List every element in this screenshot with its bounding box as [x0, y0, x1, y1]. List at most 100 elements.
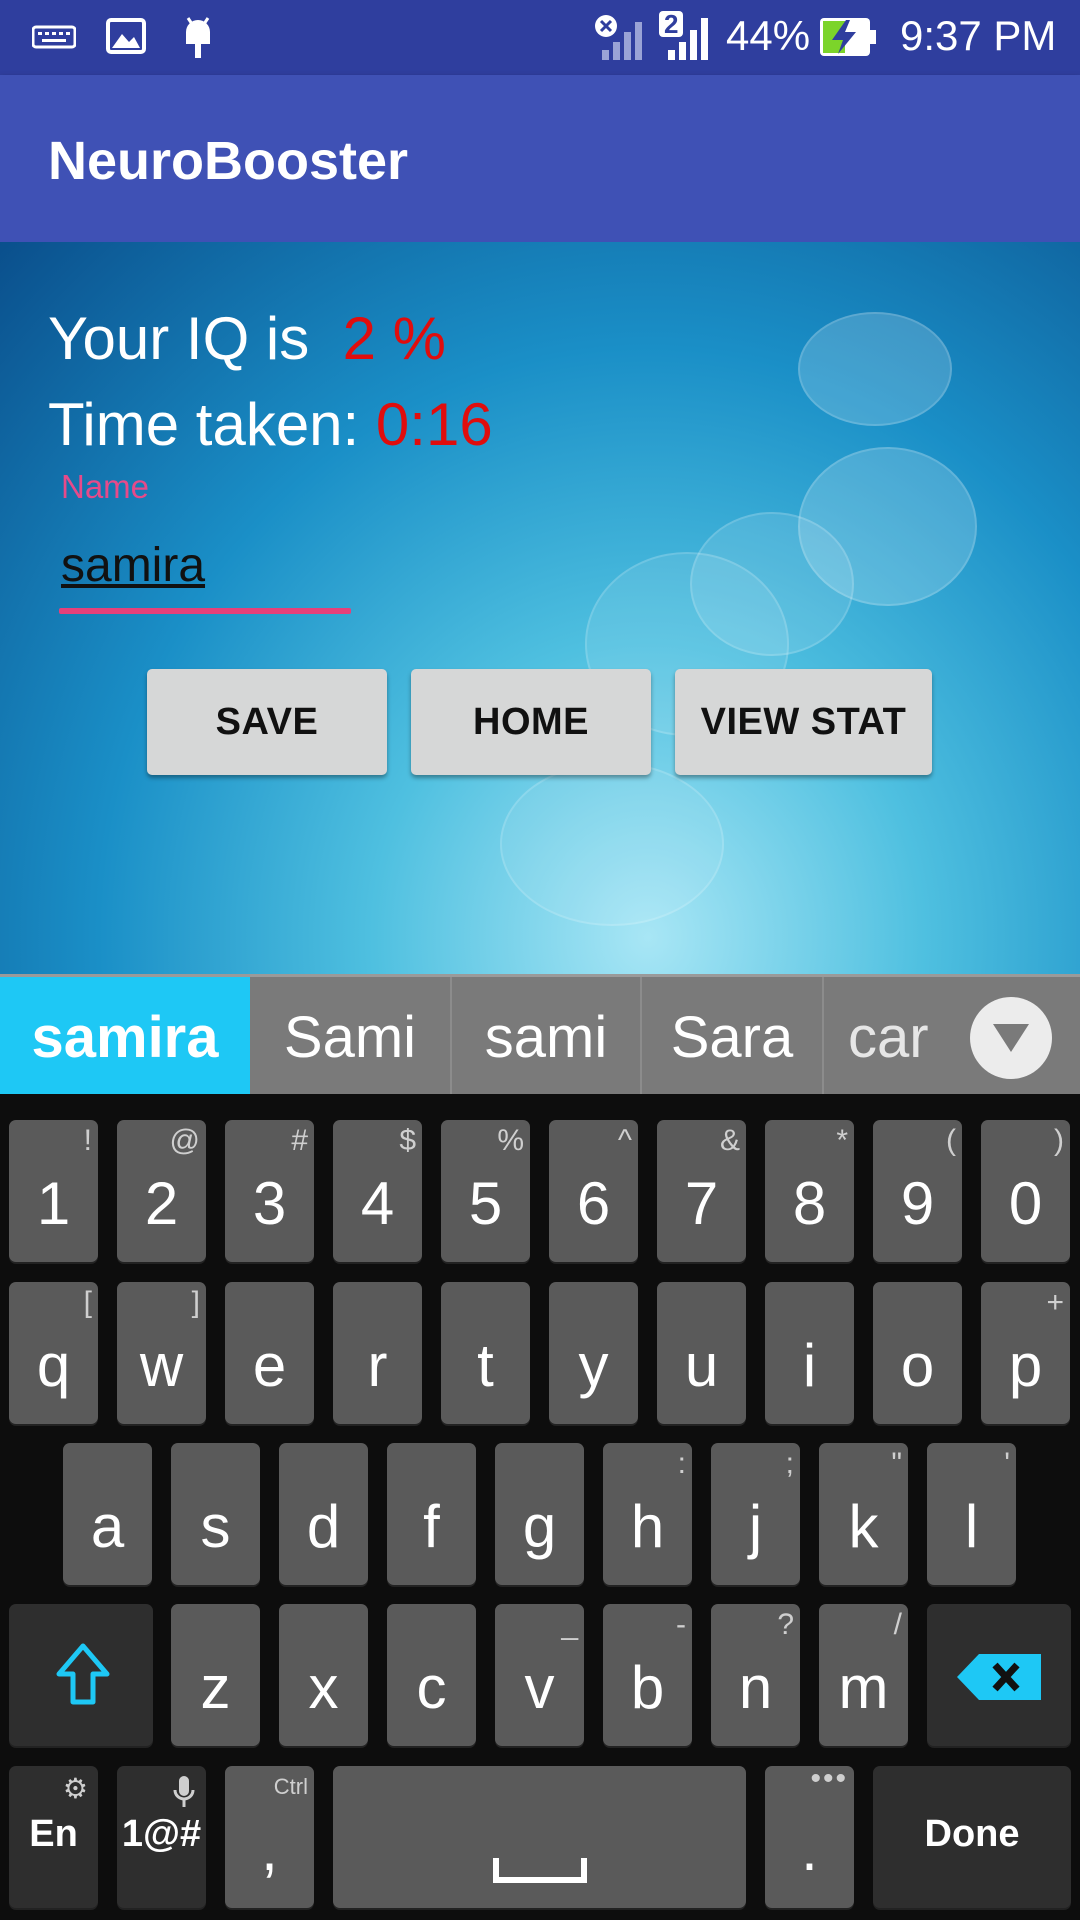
ctrl-hint: Ctrl	[273, 1774, 308, 1799]
key-s[interactable]: s	[171, 1443, 260, 1585]
key-8[interactable]: * 8	[765, 1120, 854, 1262]
key-hint: &	[719, 1124, 740, 1157]
key-label: l	[964, 1493, 979, 1560]
key-label: g	[522, 1493, 557, 1560]
key-7[interactable]: & 7	[657, 1120, 746, 1262]
backspace-key[interactable]	[927, 1604, 1071, 1746]
key-i[interactable]: i	[765, 1282, 854, 1424]
key-3[interactable]: #3	[225, 1120, 314, 1262]
key-g[interactable]: g	[495, 1443, 584, 1585]
key-m[interactable]: / m	[819, 1604, 908, 1746]
suggestion-item[interactable]: car	[824, 977, 970, 1097]
key-label: o	[900, 1332, 935, 1399]
key-label: 4	[360, 1170, 395, 1237]
key-d[interactable]: d	[279, 1443, 368, 1585]
key-label: p	[1008, 1332, 1043, 1399]
key-label: 7	[684, 1170, 719, 1237]
key-label: q	[36, 1332, 71, 1399]
suggestion-item[interactable]: samira	[0, 977, 250, 1097]
key-t[interactable]: t	[441, 1282, 530, 1424]
time-result: Time taken: 0:16	[48, 390, 493, 459]
suggestion-item[interactable]: Sara	[642, 977, 822, 1097]
key-b[interactable]: -b	[603, 1604, 692, 1746]
key-u[interactable]: u	[657, 1282, 746, 1424]
key-hint: @	[169, 1124, 200, 1157]
android-icon	[186, 17, 210, 58]
key-x[interactable]: x	[279, 1604, 368, 1746]
key-0[interactable]: ) 0	[981, 1120, 1070, 1262]
time-label: Time taken:	[48, 391, 360, 458]
shift-key[interactable]	[9, 1604, 153, 1746]
key-l[interactable]: ' l	[927, 1443, 1016, 1585]
save-button[interactable]: SAVE	[147, 669, 387, 775]
key-label: y	[578, 1332, 609, 1399]
home-button[interactable]: HOME	[411, 669, 651, 775]
key-label: d	[306, 1493, 341, 1560]
key-label: f	[423, 1493, 440, 1560]
key-hint: -	[676, 1608, 686, 1641]
key-label: 9	[900, 1170, 935, 1237]
key-a[interactable]: a	[63, 1443, 152, 1585]
key-6[interactable]: ^ 6	[549, 1120, 638, 1262]
done-key[interactable]: Done	[873, 1766, 1071, 1908]
comma-key[interactable]: Ctrl ,	[225, 1766, 314, 1908]
key-w[interactable]: ] w	[117, 1282, 206, 1424]
iq-value: 2 %	[342, 305, 446, 372]
key-hint: "	[891, 1447, 902, 1480]
key-hint: ?	[777, 1608, 794, 1641]
key-label: j	[748, 1493, 763, 1560]
key-hint: %	[497, 1124, 524, 1157]
shift-icon	[56, 1643, 110, 1705]
key-label: 1	[36, 1170, 71, 1237]
key-1[interactable]: ! 1	[9, 1120, 98, 1262]
key-q[interactable]: [q	[9, 1282, 98, 1424]
suggestion-item[interactable]: Sami	[250, 977, 450, 1097]
key-label: a	[90, 1493, 125, 1560]
key-hint: ]	[191, 1286, 200, 1319]
clock: 9:37 PM	[900, 12, 1057, 59]
key-c[interactable]: c	[387, 1604, 476, 1746]
key-o[interactable]: o	[873, 1282, 962, 1424]
space-key[interactable]	[333, 1766, 746, 1908]
key-f[interactable]: f	[387, 1443, 476, 1585]
suggestion-item[interactable]: sami	[452, 977, 640, 1097]
key-label: 2	[144, 1170, 179, 1237]
name-input[interactable]	[61, 532, 346, 598]
key-h[interactable]: :h	[603, 1443, 692, 1585]
view-stat-button[interactable]: VIEW STAT	[675, 669, 932, 775]
key-label: n	[738, 1654, 773, 1721]
language-key[interactable]: ⚙ En	[9, 1766, 98, 1908]
key-label: x	[308, 1654, 339, 1721]
triangle-down-icon	[993, 1024, 1029, 1052]
key-label: u	[684, 1332, 719, 1399]
key-9[interactable]: (9	[873, 1120, 962, 1262]
key-label: 3	[252, 1170, 287, 1237]
key-k[interactable]: " k	[819, 1443, 908, 1585]
key-v[interactable]: _ v	[495, 1604, 584, 1746]
battery-percent: 44%	[726, 12, 811, 59]
key-j[interactable]: ; j	[711, 1443, 800, 1585]
key-4[interactable]: $4	[333, 1120, 422, 1262]
key-e[interactable]: e	[225, 1282, 314, 1424]
key-5[interactable]: % 5	[441, 1120, 530, 1262]
app-title: NeuroBooster	[48, 131, 409, 191]
signal-x-icon	[595, 15, 642, 60]
key-r[interactable]: r	[333, 1282, 422, 1424]
key-n[interactable]: ? n	[711, 1604, 800, 1746]
symbols-label: 1@#	[121, 1813, 202, 1855]
symbols-key[interactable]: 1@#	[117, 1766, 206, 1908]
key-label: b	[630, 1654, 665, 1721]
status-bar: 2 44% 9:37 PM	[0, 0, 1080, 75]
key-y[interactable]: y	[549, 1282, 638, 1424]
key-hint: )	[1054, 1124, 1064, 1157]
expand-suggestions-button[interactable]	[970, 997, 1052, 1079]
key-p[interactable]: + p	[981, 1282, 1070, 1424]
period-key[interactable]: ••• .	[765, 1762, 854, 1908]
key-label: s	[200, 1493, 231, 1560]
key-hint: :	[677, 1447, 686, 1480]
more-dots-icon: •••	[810, 1762, 848, 1795]
key-z[interactable]: z	[171, 1604, 260, 1746]
key-hint: (	[946, 1124, 956, 1157]
key-2[interactable]: @2	[117, 1120, 206, 1262]
key-hint: *	[836, 1124, 848, 1157]
